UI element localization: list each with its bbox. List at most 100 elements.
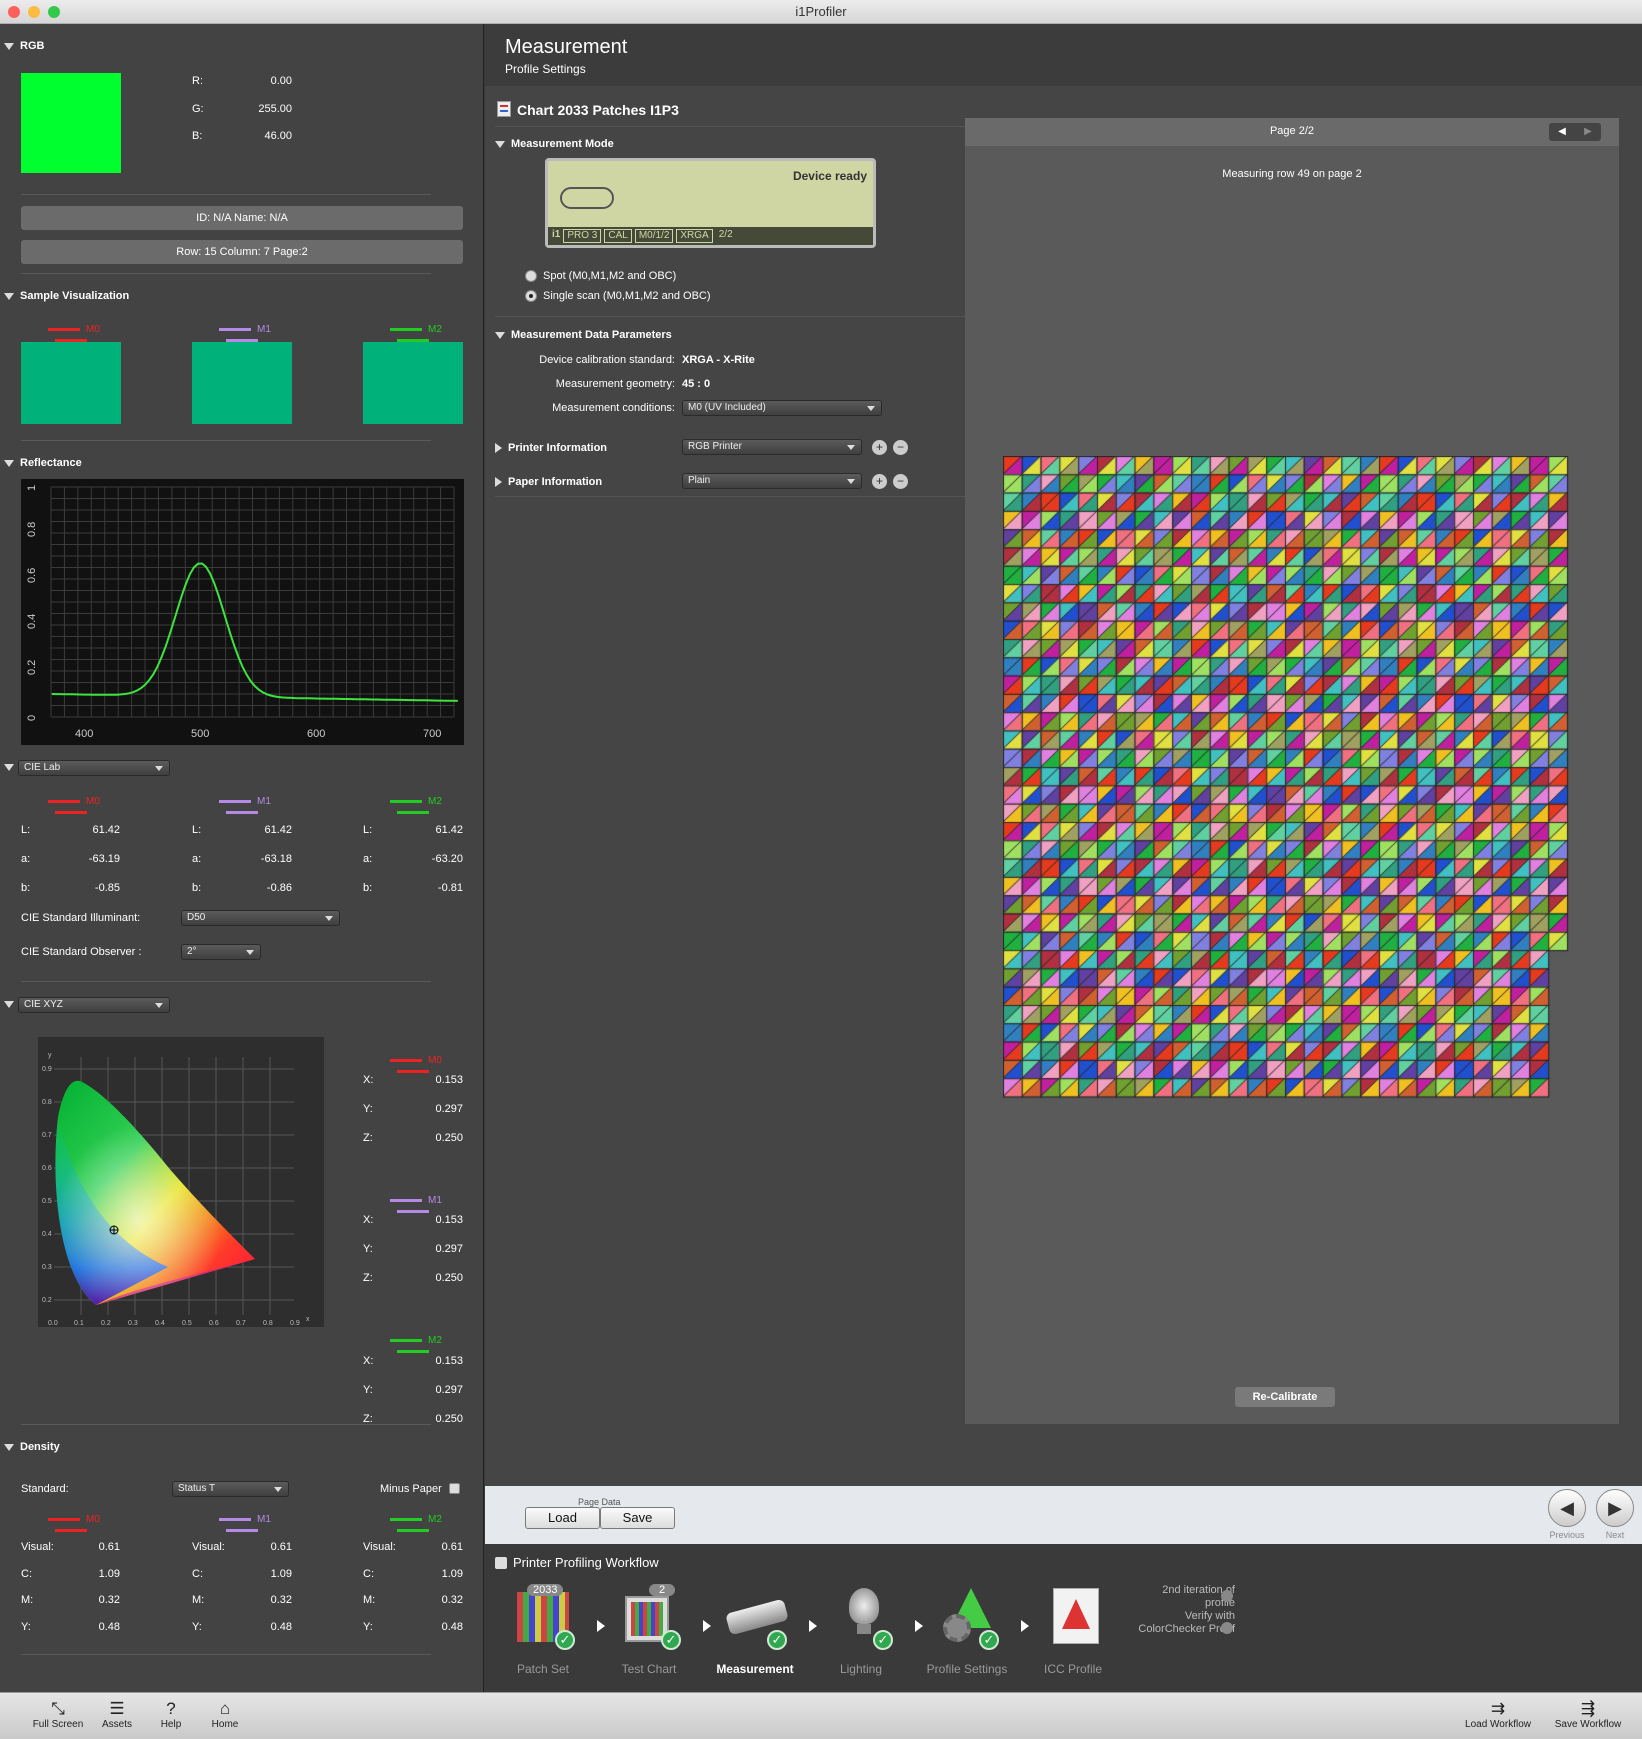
next-button[interactable]: ▶ <box>1596 1489 1634 1527</box>
color-space-dropdown[interactable]: CIE Lab <box>18 760 170 776</box>
g-label: G: <box>192 103 204 115</box>
minus-paper-checkbox[interactable] <box>449 1483 460 1494</box>
disclosure-triangle-icon <box>4 763 14 771</box>
step-profile-settings[interactable]: Profile Settings <box>917 1662 1017 1676</box>
icc-profile-icon[interactable] <box>1043 1584 1107 1648</box>
density-toggle[interactable]: Density <box>4 1441 60 1453</box>
printer-dropdown[interactable]: RGB Printer <box>682 439 862 455</box>
reflectance-toggle[interactable]: Reflectance <box>4 457 82 469</box>
sample-visualization-toggle[interactable]: Sample Visualization <box>4 290 129 302</box>
measurement-step-icon[interactable]: ✓ <box>725 1584 789 1650</box>
c-label: C: <box>192 1568 203 1580</box>
lab-b-label: b: <box>363 882 373 894</box>
minus-paper-label: Minus Paper <box>380 1483 442 1495</box>
window-title: i1Profiler <box>795 4 847 19</box>
svg-text:0.5: 0.5 <box>42 1198 52 1205</box>
m0-swatch <box>21 342 121 424</box>
test-chart-icon[interactable]: 2 ✓ <box>619 1584 683 1650</box>
lcd-status-bar: i1 PRO 3 CAL M0/1/2 XRGA 2/2 <box>548 227 873 245</box>
spot-radio[interactable] <box>525 270 537 282</box>
verify-label: Verify with ColorChecker Proof <box>1138 1610 1235 1635</box>
xyz-y-label: Y: <box>363 1243 373 1255</box>
xyz-z-label: Z: <box>363 1272 373 1284</box>
patch-id-name: ID: N/A Name: N/A <box>21 206 463 230</box>
step-patch-set[interactable]: Patch Set <box>493 1662 593 1676</box>
single-scan-radio[interactable] <box>525 290 537 302</box>
previous-button[interactable]: ◀ <box>1548 1489 1586 1527</box>
svg-text:0.6: 0.6 <box>209 1320 219 1327</box>
illuminant-dropdown[interactable]: D50 <box>181 910 340 926</box>
step-measurement[interactable]: Measurement <box>705 1662 805 1676</box>
lab-m2-b: -0.81 <box>437 882 463 894</box>
rgb-heading: RGB <box>20 40 45 52</box>
profile-settings-icon[interactable]: ✓ <box>937 1584 1001 1650</box>
lab-l-label: L: <box>21 824 31 836</box>
second-iteration-label: 2nd iteration of profile <box>1162 1584 1235 1609</box>
chart-title: Chart 2033 Patches I1P3 <box>517 102 679 118</box>
load-workflow-button[interactable]: ⇉ Load Workflow <box>1456 1699 1540 1730</box>
add-paper-icon[interactable]: + <box>872 474 887 489</box>
remove-paper-icon[interactable]: − <box>893 474 908 489</box>
page-subtitle: Profile Settings <box>505 62 586 76</box>
observer-dropdown[interactable]: 2° <box>181 944 261 960</box>
verify-add-icon[interactable] <box>1221 1622 1233 1634</box>
step-test-chart[interactable]: Test Chart <box>599 1662 699 1676</box>
add-printer-icon[interactable]: + <box>872 440 887 455</box>
reflectance-y-tick: 1 <box>26 485 38 491</box>
home-button[interactable]: ⌂ Home <box>200 1699 250 1730</box>
minimize-window-button[interactable] <box>28 6 40 18</box>
step-lighting[interactable]: Lighting <box>811 1662 911 1676</box>
density-m1-y: 0.48 <box>270 1621 292 1633</box>
paper-dropdown[interactable]: Plain <box>682 473 862 489</box>
patch-set-icon[interactable]: 2033 ✓ <box>513 1584 577 1650</box>
xyz-color-space-dropdown[interactable]: CIE XYZ <box>18 997 170 1013</box>
density-m2-visual: 0.61 <box>441 1541 463 1553</box>
lab-b-label: b: <box>21 882 31 894</box>
recalibrate-button[interactable]: Re-Calibrate <box>1235 1387 1335 1407</box>
assets-button[interactable]: ☰ Assets <box>92 1699 142 1730</box>
geometry-value: 45 : 0 <box>682 378 711 390</box>
data-parameters-toggle[interactable]: Measurement Data Parameters <box>495 329 672 341</box>
visual-label: Visual: <box>363 1541 396 1553</box>
rgb-section-toggle[interactable]: RGB <box>4 40 44 52</box>
remove-printer-icon[interactable]: − <box>893 440 908 455</box>
second-iteration-add-icon[interactable] <box>1221 1590 1233 1602</box>
c-label: C: <box>363 1568 374 1580</box>
density-m1-c: 1.09 <box>270 1568 292 1580</box>
load-page-data-button[interactable]: Load <box>525 1507 600 1529</box>
reflectance-x-tick: 500 <box>191 728 209 740</box>
page-prev-icon[interactable]: ◀ <box>1549 123 1575 141</box>
close-window-button[interactable] <box>8 6 20 18</box>
measurement-mode-toggle[interactable]: Measurement Mode <box>495 138 614 150</box>
lab-m0-tag: M0 <box>21 796 121 818</box>
measurement-mode-heading: Measurement Mode <box>511 138 614 150</box>
full-screen-button[interactable]: ⤡ Full Screen <box>28 1699 88 1730</box>
density-m0-tag: M0 <box>21 1514 121 1536</box>
calibration-standard-value: XRGA - X-Rite <box>682 354 755 366</box>
lab-a-label: a: <box>192 853 202 865</box>
conditions-dropdown[interactable]: M0 (UV Included) <box>682 400 882 416</box>
reflectance-chart: 0 0.2 0.4 0.6 0.8 1 400 500 600 700 <box>21 479 464 745</box>
svg-text:0.9: 0.9 <box>290 1320 300 1327</box>
paper-info-toggle[interactable]: Paper Information <box>495 476 602 488</box>
save-page-data-button[interactable]: Save <box>600 1507 675 1529</box>
m-label: M: <box>21 1594 34 1606</box>
lab-l-label: L: <box>192 824 202 836</box>
density-m2-tag: M2 <box>363 1514 463 1536</box>
lighting-icon[interactable]: ✓ <box>831 1584 895 1650</box>
lab-m1-l: 61.42 <box>264 824 292 836</box>
zoom-window-button[interactable] <box>48 6 60 18</box>
page-stepper[interactable]: ◀ ▶ <box>1549 123 1601 141</box>
step-icc-profile[interactable]: ICC Profile <box>1023 1662 1123 1676</box>
conditions-label: Measurement conditions: <box>552 402 675 414</box>
help-button[interactable]: ? Help <box>146 1699 196 1730</box>
y-label: Y: <box>363 1621 373 1633</box>
chart-icon <box>497 101 511 117</box>
xyz-m0-y: 0.297 <box>435 1103 463 1115</box>
density-standard-dropdown[interactable]: Status T <box>172 1481 289 1497</box>
xyz-m1-z: 0.250 <box>435 1272 463 1284</box>
printer-info-toggle[interactable]: Printer Information <box>495 442 607 454</box>
save-workflow-button[interactable]: ⇶ Save Workflow <box>1546 1699 1630 1730</box>
density-m2-y: 0.48 <box>441 1621 463 1633</box>
page-next-icon[interactable]: ▶ <box>1575 123 1601 141</box>
